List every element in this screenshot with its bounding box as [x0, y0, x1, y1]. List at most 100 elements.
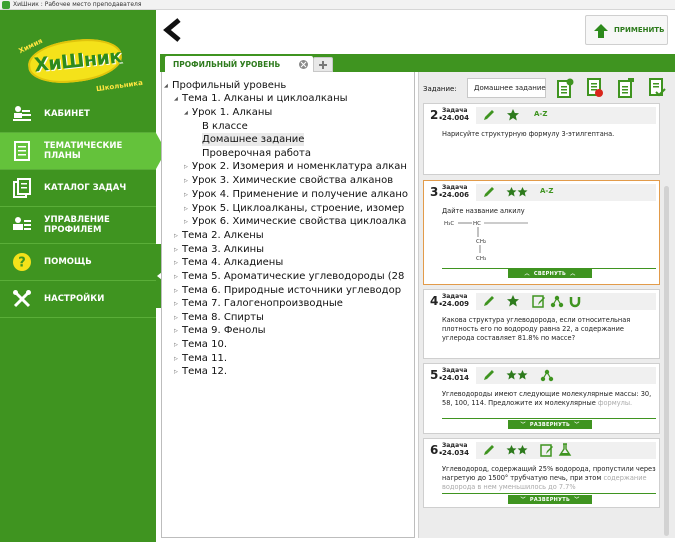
sidebar-item-help[interactable]: ? ПОМОЩЬ — [0, 244, 156, 280]
task-card-active[interactable]: 3. Задача 24.006 A-Z Дайте название алки… — [423, 180, 660, 285]
tree-item[interactable]: ◢ Профильный уровень — [164, 79, 286, 92]
tree-item[interactable]: ▷ Урок 6. Химические свойства циклоалка — [184, 215, 406, 228]
formula-ch3: CH₃ — [476, 256, 486, 262]
tab-label: ПРОФИЛЬНЫЙ УРОВЕНЬ — [173, 59, 281, 69]
tree-item[interactable]: ▷ Тема 10. — [174, 338, 227, 351]
task-number: 2. — [430, 108, 443, 122]
task-code: 24.034 — [442, 449, 470, 457]
task-card[interactable]: 2. Задача 24.004 A-Z Нарисуйте структурн… — [423, 103, 660, 175]
remove-task-icon[interactable] — [586, 78, 604, 98]
sidebar-item-settings[interactable]: НАСТРОЙКИ — [0, 281, 156, 317]
check-task-icon[interactable] — [648, 78, 666, 98]
tab-profile-level[interactable]: ПРОФИЛЬНЫЙ УРОВЕНЬ — [165, 56, 313, 72]
collapsed-arrow-icon: ▷ — [174, 369, 178, 375]
tree-item[interactable]: ▷ Тема 3. Алкины — [174, 243, 264, 256]
task-toolbar — [476, 293, 656, 310]
task-toolbar — [476, 184, 656, 201]
molecule-icon — [550, 295, 564, 308]
collapsed-arrow-icon: ▷ — [174, 342, 178, 348]
task-toolbar — [476, 367, 656, 384]
task-code: 24.004 — [442, 114, 470, 122]
scrollbar-thumb[interactable] — [664, 186, 669, 536]
task-toolbar — [476, 107, 656, 124]
tree-item[interactable]: ▷ Урок 4. Применение и получение алкано — [184, 188, 408, 201]
chevron-up-icon: ︿ — [524, 271, 534, 277]
task-word: Задача — [442, 442, 468, 449]
tree-item[interactable]: ▷ Тема 5. Ароматические углеводороды (28 — [174, 270, 404, 283]
sidebar-item-label: УПРАВЛЕНИЕ ПРОФИЛЕМ — [44, 215, 110, 235]
tree-item[interactable]: ▷ Тема 2. Алкены — [174, 229, 264, 242]
apply-button[interactable]: ПРИМЕНИТЬ — [585, 15, 668, 45]
two-stars-icon — [506, 187, 528, 197]
tree-item[interactable]: ▷ Тема 4. Алкадиены — [174, 256, 283, 269]
sidebar-item-catalog[interactable]: КАТАЛОГ ЗАДАЧ — [0, 170, 156, 206]
molecule-icon — [540, 369, 554, 382]
app-logo: Химия ХиШник Школьника — [0, 10, 156, 95]
tree-item[interactable]: ▷ Тема 11. — [174, 352, 227, 365]
edit-task-icon[interactable] — [617, 78, 635, 98]
task-text: Углеводород, содержащий 25% водорода, пр… — [442, 465, 656, 491]
tree-item[interactable]: ▷ Урок 2. Изомерия и номенклатура алкан — [184, 160, 407, 173]
task-label: Задание: — [423, 85, 457, 93]
calculation-icon — [532, 295, 545, 308]
pencil-icon[interactable] — [482, 185, 496, 199]
collapsed-arrow-icon: ▷ — [184, 164, 188, 170]
tree-item[interactable]: ▷ Тема 12. — [174, 365, 227, 378]
title-bar: ХиШник : Рабочее место преподавателя — [0, 0, 675, 10]
formula-ch2: CH₂ — [476, 239, 486, 245]
sidebar-item-plans[interactable]: ТЕМАТИЧЕСКИЕ ПЛАНЫ — [0, 133, 166, 169]
collapsed-arrow-icon: ▷ — [184, 192, 188, 198]
chevron-up-icon: ︿ — [566, 271, 576, 277]
task-card[interactable]: 4. Задача 24.009 Какова структура углево… — [423, 289, 660, 359]
chevron-down-icon: ﹀ — [520, 497, 530, 503]
divider — [0, 317, 156, 318]
pencil-icon[interactable] — [482, 294, 496, 308]
tree-item[interactable]: ▷ Урок 3. Химические свойства алканов — [184, 174, 393, 187]
sidebar-item-label: ПОМОЩЬ — [44, 257, 92, 267]
task-select-value: Домашнее задание — [474, 84, 546, 92]
svg-text:?: ? — [18, 256, 26, 271]
add-tab-button[interactable] — [313, 57, 333, 72]
collapsed-arrow-icon: ▷ — [184, 219, 188, 225]
profile-icon — [13, 217, 31, 230]
tree-item[interactable]: ▷ Тема 8. Спирты — [174, 311, 264, 324]
up-arrow-icon — [594, 24, 608, 38]
star-icon — [507, 109, 519, 121]
collapse-button[interactable]: ︿ СВЕРНУТЬ ︿ — [508, 269, 592, 278]
tree-item[interactable]: ▷ Тема 9. Фенолы — [174, 324, 266, 337]
tree-item[interactable]: ▷ Урок 5. Циклоалканы, строение, изомер — [184, 202, 404, 215]
task-number: 3. — [430, 185, 443, 199]
az-label: A-Z — [534, 110, 548, 118]
chevron-down-icon: ﹀ — [570, 422, 580, 428]
tree-item[interactable]: Проверочная работа — [202, 147, 311, 160]
collapsed-arrow-icon: ▷ — [174, 328, 178, 334]
sidebar-item-profile[interactable]: УПРАВЛЕНИЕ ПРОФИЛЕМ — [0, 207, 156, 243]
back-arrow-icon[interactable] — [162, 18, 184, 42]
pencil-icon[interactable] — [482, 368, 496, 382]
tree-item[interactable]: ◢ Урок 1. Алканы — [184, 106, 272, 119]
pencil-icon[interactable] — [482, 108, 496, 122]
divider — [442, 418, 656, 419]
catalog-icon — [13, 178, 31, 198]
task-word: Задача — [442, 107, 468, 114]
chevron-down-icon: ﹀ — [520, 422, 530, 428]
task-card[interactable]: 5. Задача 24.014 Углеводороды имеют след… — [423, 363, 660, 434]
sidebar-item-cabinet[interactable]: КАБИНЕТ — [0, 96, 156, 132]
pencil-icon[interactable] — [482, 443, 496, 457]
collapsed-arrow-icon: ▷ — [174, 301, 178, 307]
tree-item[interactable]: В классе — [202, 120, 248, 133]
tree-item[interactable]: ◢ Тема 1. Алканы и циклоалканы — [174, 92, 348, 105]
alkyl-formula: H₃C HC CH₂ CH₃ — [444, 221, 528, 262]
tree-item[interactable]: ▷ Тема 6. Природные источники углеводор — [174, 284, 401, 297]
expanded-arrow-icon: ◢ — [164, 83, 168, 89]
tree-item[interactable]: ▷ Тема 7. Галогенопроизводные — [174, 297, 343, 310]
tree-item-selected[interactable]: Домашнее задание — [202, 133, 305, 146]
expand-button[interactable]: ﹀ РАЗВЕРНУТЬ ﹀ — [508, 495, 592, 504]
task-number: 6. — [430, 443, 443, 457]
close-icon[interactable] — [299, 60, 308, 69]
expand-button[interactable]: ﹀ РАЗВЕРНУТЬ ﹀ — [508, 420, 592, 429]
task-select[interactable]: Домашнее задание — [467, 78, 546, 98]
add-task-icon[interactable] — [556, 78, 574, 98]
app-icon — [2, 1, 10, 9]
task-card[interactable]: 6. Задача 24.034 Углеводород, содержащий… — [423, 438, 660, 508]
